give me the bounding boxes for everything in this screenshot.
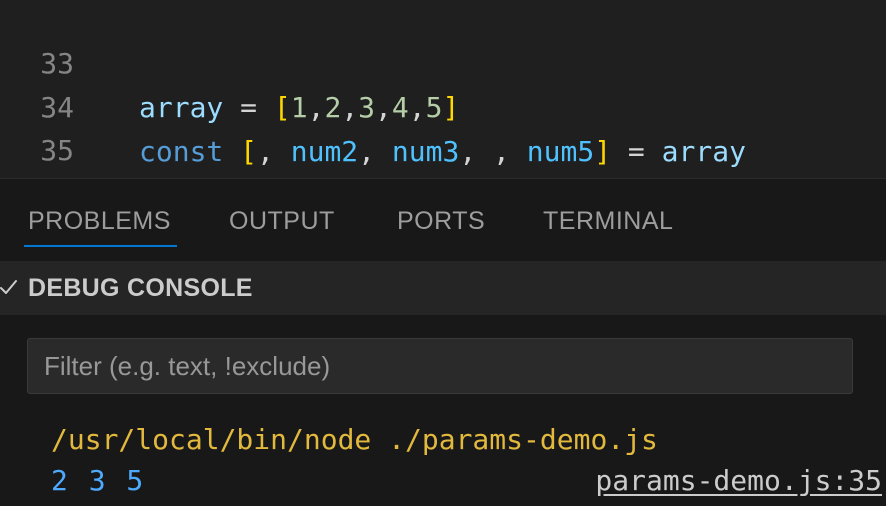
console-output-line: 2 3 5 bbox=[51, 464, 146, 497]
code-editor[interactable]: 33 array = [1,2,3,4,5] 34 const [, num2,… bbox=[0, 0, 886, 211]
line-code[interactable]: const [, num2, num3, , num5] = array bbox=[139, 130, 746, 174]
active-tab-indicator bbox=[24, 245, 177, 247]
tab-problems[interactable]: PROBLEMS bbox=[24, 179, 177, 261]
code-token: num5 bbox=[526, 135, 595, 168]
code-token: , , bbox=[459, 135, 527, 168]
code-token: ] bbox=[594, 135, 612, 168]
code-token: num3 bbox=[391, 135, 460, 168]
tab-label: OUTPUT bbox=[229, 207, 335, 235]
code-token: = bbox=[611, 135, 662, 168]
tab-terminal[interactable]: TERMINAL bbox=[543, 179, 673, 261]
section-title: DEBUG CONSOLE bbox=[28, 274, 253, 302]
tab-label: PORTS bbox=[397, 207, 486, 235]
launch-command-line: /usr/local/bin/node ./params-demo.js bbox=[51, 423, 658, 456]
panel-tab-bar: PROBLEMS OUTPUT PORTS TERMINAL bbox=[0, 179, 886, 261]
code-token: const bbox=[139, 135, 224, 168]
code-token: array bbox=[661, 135, 746, 168]
check-chevron-icon[interactable] bbox=[0, 276, 18, 298]
line-number: 35 bbox=[40, 134, 74, 167]
tab-ports[interactable]: PORTS bbox=[397, 179, 485, 261]
code-token: , bbox=[358, 135, 392, 168]
debug-console-body: /usr/local/bin/node ./params-demo.js 2 3… bbox=[0, 315, 886, 506]
code-token: num2 bbox=[290, 135, 359, 168]
source-location-link[interactable]: params-demo.js:35 bbox=[595, 461, 882, 501]
code-token: , bbox=[257, 135, 291, 168]
code-line[interactable]: 35 console.log(num2, num3, num5) bbox=[0, 85, 886, 211]
tab-label: PROBLEMS bbox=[28, 207, 171, 235]
debug-console-header[interactable]: DEBUG CONSOLE bbox=[0, 261, 886, 315]
tab-label: TERMINAL bbox=[543, 207, 674, 235]
code-token: [ bbox=[240, 135, 258, 168]
tab-output[interactable]: OUTPUT bbox=[229, 179, 335, 261]
filter-input[interactable] bbox=[27, 338, 853, 394]
code-line[interactable]: 33 array = [1,2,3,4,5] bbox=[0, 0, 886, 124]
code-line[interactable]: 34 const [, num2, num3, , num5] = array bbox=[0, 42, 886, 168]
